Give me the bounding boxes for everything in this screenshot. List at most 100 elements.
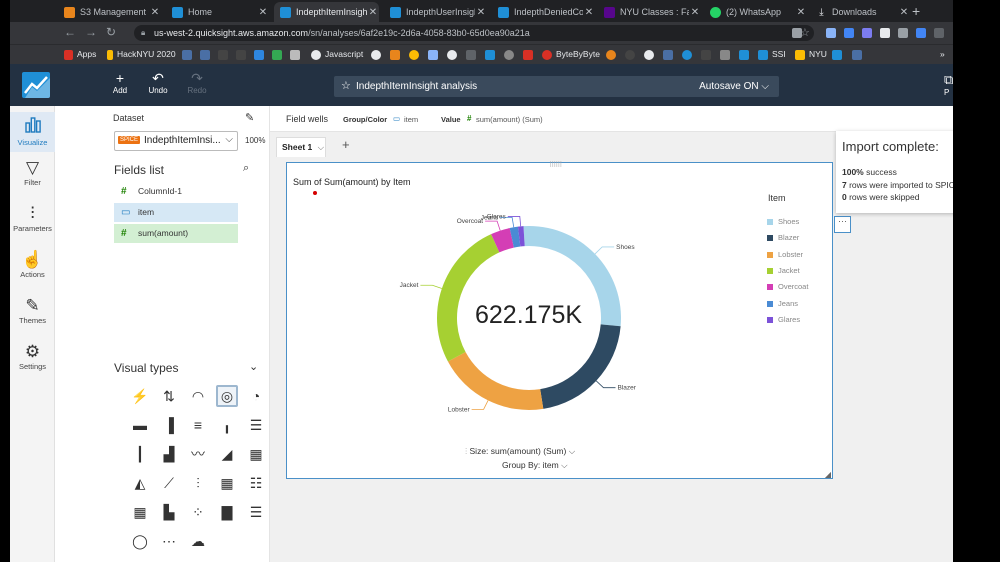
search-icon[interactable]: ⌕: [243, 162, 249, 175]
add-sheet-button[interactable]: +: [342, 137, 350, 152]
size-control[interactable]: ⫶ Size: sum(amount) (Sum) ⌵: [465, 446, 575, 457]
chevron-down-icon[interactable]: ⌵: [318, 142, 324, 152]
donut-slice-blazer[interactable]: [540, 324, 621, 409]
bookmark-icon[interactable]: [606, 50, 616, 60]
extension-icon[interactable]: [844, 28, 854, 38]
legend-item-overcoat[interactable]: Overcoat: [767, 282, 808, 291]
github-icon[interactable]: [236, 50, 246, 60]
bookmark-icon[interactable]: [720, 50, 730, 60]
group-by-control[interactable]: Group By: item ⌵: [502, 460, 568, 471]
bookmark-icon[interactable]: [644, 50, 654, 60]
analysis-title[interactable]: IndepthItemInsight analysis: [356, 76, 477, 97]
field-item-selected[interactable]: ▭ item: [114, 203, 238, 222]
bookmark-icon[interactable]: [485, 50, 495, 60]
bookmark-icon[interactable]: [466, 50, 476, 60]
visual-type-table-icon[interactable]: ▦: [216, 472, 238, 494]
visual-type-h-stack-icon[interactable]: ≡: [187, 414, 209, 436]
bookmark-icon[interactable]: [504, 50, 514, 60]
chevron-down-icon[interactable]: ⌄: [249, 360, 258, 373]
bookmark-icon[interactable]: [272, 50, 282, 60]
field-wells-label[interactable]: Field wells: [286, 114, 328, 124]
bookmark-ssi[interactable]: SSI: [772, 49, 786, 59]
browser-tab[interactable]: ⤓ Downloads ✕: [810, 2, 910, 22]
browser-tab[interactable]: Home ✕: [166, 2, 269, 22]
donut-chart-visual[interactable]: ⠿⠿⠿ Sum of Sum(amount) by Item Shoes Blaz…: [286, 162, 833, 479]
visual-type-funnel-icon[interactable]: ☰: [245, 501, 267, 523]
bookmark-icon[interactable]: [428, 50, 438, 60]
visual-type-tree-icon[interactable]: ▦: [129, 501, 151, 523]
visual-type-h-bar-icon[interactable]: ▬: [129, 414, 151, 436]
url-input[interactable]: 🔒︎ us-west-2.quicksight.aws.amazon.com/s…: [134, 25, 814, 41]
bookmark-icon[interactable]: [447, 50, 457, 60]
visual-type-box-icon[interactable]: ⫶: [187, 472, 209, 494]
browser-tab[interactable]: NYU Classes : Fall ✕: [598, 2, 701, 22]
publish-button[interactable]: ⧉ P: [944, 72, 953, 97]
autosave-dropdown[interactable]: Autosave ON ⌵: [699, 76, 769, 97]
bookmark-icon[interactable]: [523, 50, 533, 60]
bookmark-icon[interactable]: [701, 50, 711, 60]
nav-parameters[interactable]: ⫶ Parameters: [10, 204, 55, 233]
nav-actions[interactable]: ☝ Actions: [10, 250, 55, 279]
close-icon[interactable]: ✕: [689, 7, 701, 18]
extension-icon[interactable]: [880, 28, 890, 38]
visual-type-v-stack-100-icon[interactable]: ┃: [129, 443, 151, 465]
edit-pencil-icon[interactable]: ✎: [245, 111, 254, 124]
bookmark-icon[interactable]: [371, 50, 381, 60]
bookmark-icon[interactable]: [832, 50, 842, 60]
value-well-value[interactable]: sum(amount) (Sum): [476, 115, 543, 124]
browser-tab[interactable]: IndepthUserInsigh ✕: [384, 2, 487, 22]
nav-filter[interactable]: ▽ Filter: [10, 158, 55, 187]
github-icon[interactable]: [218, 50, 228, 60]
bookmark-star-icon[interactable]: ☆: [800, 26, 810, 39]
browser-tab[interactable]: (2) WhatsApp ✕: [704, 2, 807, 22]
add-button[interactable]: + Add: [104, 71, 136, 96]
bookmark-icon[interactable]: [682, 50, 692, 60]
nav-themes[interactable]: ✎ Themes: [10, 296, 55, 325]
close-icon[interactable]: ✕: [898, 7, 910, 18]
bookmark-hacknyu[interactable]: HackNYU 2020: [117, 49, 176, 59]
bookmark-icon[interactable]: [625, 50, 635, 60]
visual-type-kpi-icon[interactable]: ⇅: [158, 385, 180, 407]
bookmarks-more-button[interactable]: »: [940, 49, 945, 59]
extension-icon[interactable]: [826, 28, 836, 38]
camera-icon[interactable]: [898, 28, 908, 38]
redo-button[interactable]: ↷ Redo: [181, 71, 213, 96]
visual-type-gauge-icon[interactable]: ◠: [187, 385, 209, 407]
visual-type-autograph-icon[interactable]: ⚡: [129, 385, 151, 407]
bookmark-icon[interactable]: [200, 50, 210, 60]
bookmark-icon[interactable]: [663, 50, 673, 60]
visual-type-heat-icon[interactable]: ▦: [245, 443, 267, 465]
close-icon[interactable]: ✕: [149, 7, 161, 18]
visual-type-donut-icon[interactable]: ◎: [216, 385, 238, 407]
visual-type-scatter-icon[interactable]: ⁘: [187, 501, 209, 523]
visual-type-h-stack-100-icon[interactable]: ☰: [245, 414, 267, 436]
donut-slice-lobster[interactable]: [447, 352, 544, 410]
group-color-value[interactable]: item: [404, 115, 418, 124]
visual-type-pie-icon[interactable]: ◔: [245, 385, 267, 407]
field-item[interactable]: # ColumnId-1: [114, 182, 238, 201]
quicksight-logo-icon[interactable]: [22, 72, 50, 98]
bookmark-icon[interactable]: [390, 50, 400, 60]
nav-visualize[interactable]: Visualize: [10, 112, 55, 152]
forward-icon[interactable]: →: [85, 25, 97, 39]
bookmark-icon[interactable]: [182, 50, 192, 60]
visual-type-map-icon[interactable]: ◯: [129, 530, 151, 552]
visual-type-line-2-icon[interactable]: ⟋: [158, 472, 180, 494]
visual-type-word-icon[interactable]: ⋯: [158, 530, 180, 552]
bookmark-bytebybyte[interactable]: ByteByByte: [556, 49, 600, 59]
extension-icon[interactable]: [934, 28, 944, 38]
visual-menu-button[interactable]: ···: [834, 216, 851, 233]
legend-item-blazer[interactable]: Blazer: [767, 233, 799, 242]
visual-type-tree-map-icon[interactable]: ▙: [158, 501, 180, 523]
legend-item-jacket[interactable]: Jacket: [767, 266, 800, 275]
bookmark-icon[interactable]: [409, 50, 419, 60]
close-icon[interactable]: ✕: [583, 7, 595, 18]
browser-tab[interactable]: S3 Management C ✕: [58, 2, 161, 22]
browser-tab[interactable]: IndepthDeniedCo ✕: [492, 2, 595, 22]
dataset-select[interactable]: SPICE IndepthItemInsi... ⌵: [114, 131, 238, 151]
legend-item-lobster[interactable]: Lobster: [767, 250, 803, 259]
close-icon[interactable]: ✕: [367, 7, 379, 18]
bookmark-icon[interactable]: [852, 50, 862, 60]
favorite-star-icon[interactable]: ☆: [341, 76, 351, 97]
bookmark-icon[interactable]: [254, 50, 264, 60]
